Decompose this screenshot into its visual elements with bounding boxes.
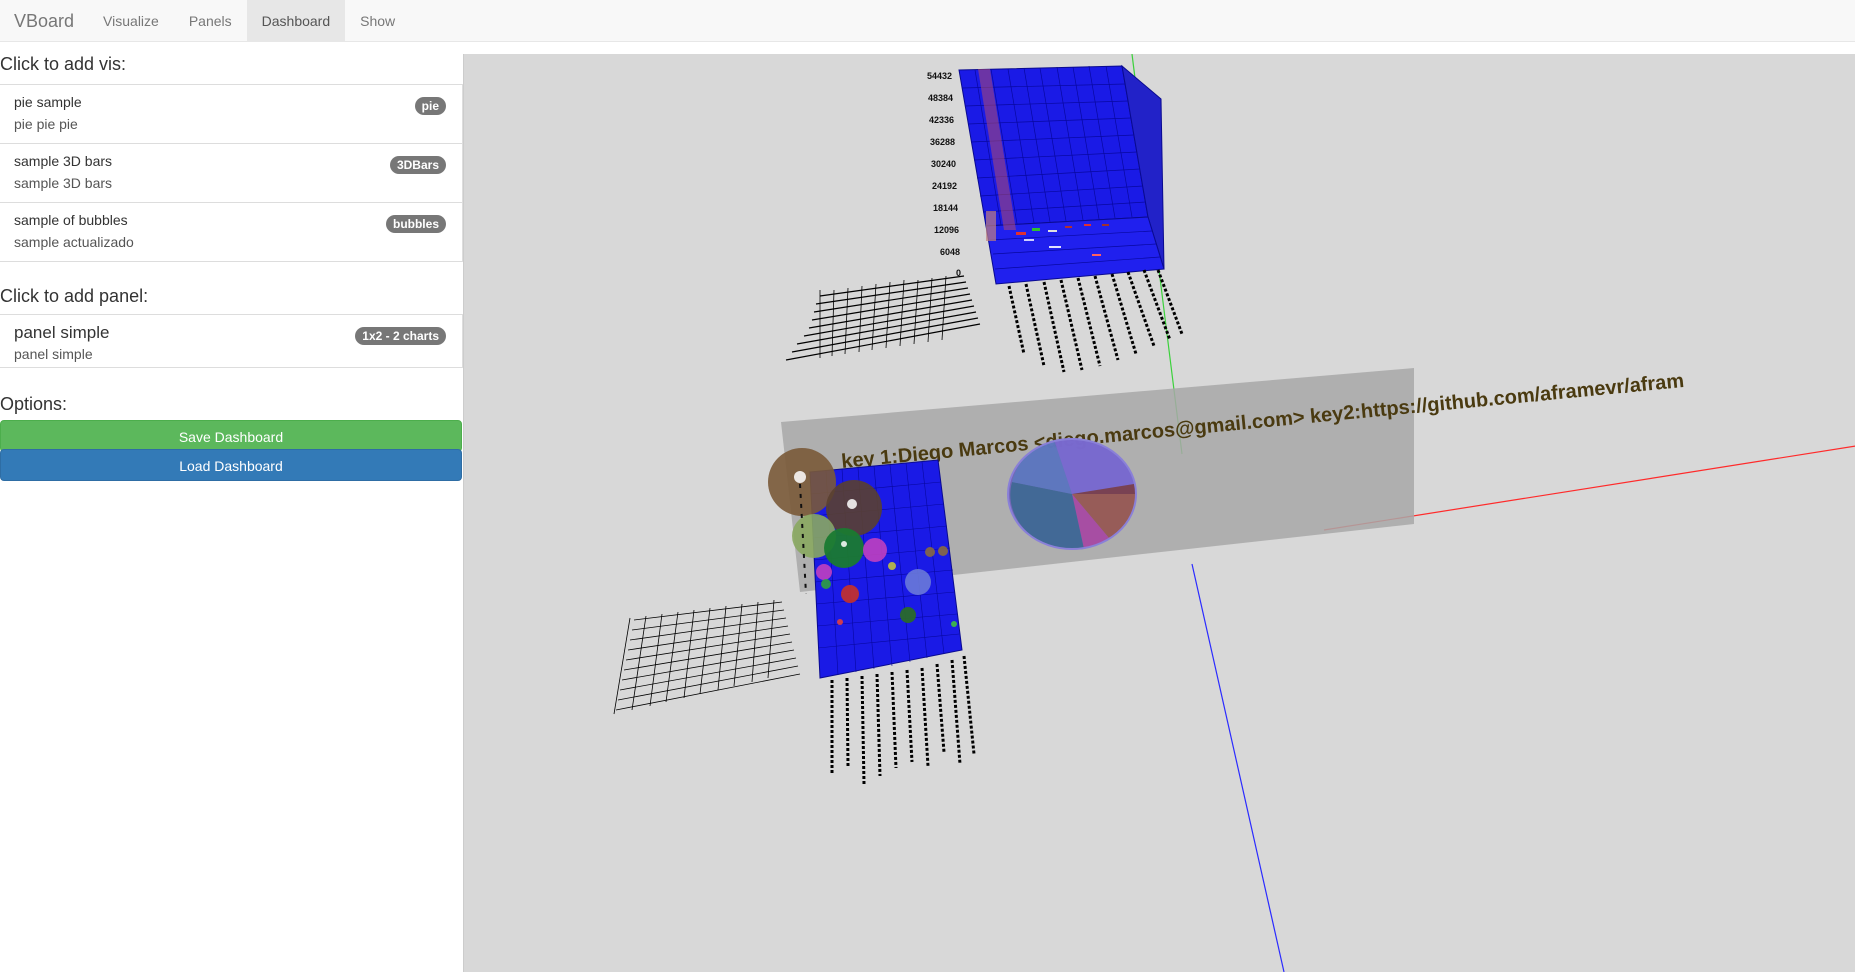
bubble <box>888 562 896 570</box>
bubble-highlight <box>794 471 806 483</box>
bubbles-front-labels <box>830 655 976 785</box>
vis-section-title: Click to add vis: <box>0 54 127 74</box>
sidebar: Click to add vis: pie sample pie pie pie… <box>0 42 463 972</box>
vis-item-text: sample 3D bars <box>14 175 113 191</box>
panel-item-text: panel simple <box>14 346 93 362</box>
options-section-title: Options: <box>0 394 68 414</box>
bars-3d-chart: 54432 48384 42336 36288 30240 24192 1814… <box>785 64 1184 373</box>
z-axis-line <box>1191 563 1285 972</box>
bubble <box>816 564 832 580</box>
bars-tick: 12096 <box>934 225 959 235</box>
bubble-highlight <box>847 499 857 509</box>
bars-tick: 54432 <box>927 71 952 81</box>
bubble <box>925 547 935 557</box>
bars-tick: 30240 <box>931 159 956 169</box>
bars-tick: 24192 <box>932 181 957 191</box>
bubble <box>951 621 957 627</box>
bubble-highlight <box>841 541 847 547</box>
bars-tick: 18144 <box>933 203 958 213</box>
bars-tick: 48384 <box>928 93 953 103</box>
bubble <box>837 619 843 625</box>
vis-type-badge: 3DBars <box>389 156 446 174</box>
bars-tick: 36288 <box>930 137 955 147</box>
vis-item-heading: sample 3D bars <box>14 153 113 169</box>
panel-type-badge: 1x2 - 2 charts <box>355 327 446 345</box>
bars-category-labels <box>785 275 981 361</box>
bubble <box>900 607 916 623</box>
vis-item-heading: sample of bubbles <box>14 212 128 228</box>
bars-tick: 42336 <box>929 115 954 125</box>
bubbles-chart <box>613 448 976 785</box>
vis-item-bubbles[interactable]: sample of bubbles sample actualizado bub… <box>0 203 463 262</box>
load-dashboard-button[interactable]: Load Dashboard <box>0 449 462 481</box>
panel-item-simple[interactable]: panel simple panel simple 1x2 - 2 charts <box>0 315 463 368</box>
bars-tick: 6048 <box>940 247 960 257</box>
bubble <box>938 546 948 556</box>
vis-item-text: pie pie pie <box>14 116 78 132</box>
vis-item-heading: pie sample <box>14 94 82 110</box>
vr-scene-canvas[interactable]: 54432 48384 42336 36288 30240 24192 1814… <box>463 54 1855 972</box>
nav-dashboard[interactable]: Dashboard <box>246 0 346 41</box>
pie-chart <box>1007 438 1137 550</box>
panel-list: panel simple panel simple 1x2 - 2 charts <box>0 314 463 368</box>
bubble <box>905 569 931 595</box>
nav-panels[interactable]: Panels <box>174 0 247 41</box>
bubble <box>863 538 887 562</box>
vis-type-badge: bubbles <box>385 215 446 233</box>
vis-item-text: sample actualizado <box>14 234 134 250</box>
scene-render: 54432 48384 42336 36288 30240 24192 1814… <box>613 54 1855 972</box>
vis-type-badge: pie <box>414 97 446 115</box>
bubble <box>824 528 864 568</box>
vis-item-pie-sample[interactable]: pie sample pie pie pie pie <box>0 85 463 144</box>
bubbles-category-labels <box>613 599 801 715</box>
nav-show[interactable]: Show <box>345 0 410 41</box>
bubble <box>821 579 831 589</box>
brand-logo[interactable]: VBoard <box>0 0 88 41</box>
bubble <box>841 585 859 603</box>
bars-y-axis: 54432 48384 42336 36288 30240 24192 1814… <box>927 71 961 278</box>
options-group: Save Dashboard Load Dashboard <box>0 420 463 481</box>
nav-visualize[interactable]: Visualize <box>88 0 174 41</box>
panel-section-title: Click to add panel: <box>0 286 149 306</box>
save-dashboard-button[interactable]: Save Dashboard <box>0 420 462 452</box>
vis-item-3d-bars[interactable]: sample 3D bars sample 3D bars 3DBars <box>0 144 463 203</box>
bars-front-labels <box>1007 269 1184 373</box>
vis-list: pie sample pie pie pie pie sample 3D bar… <box>0 84 463 262</box>
top-navbar: VBoard Visualize Panels Dashboard Show <box>0 0 1855 42</box>
